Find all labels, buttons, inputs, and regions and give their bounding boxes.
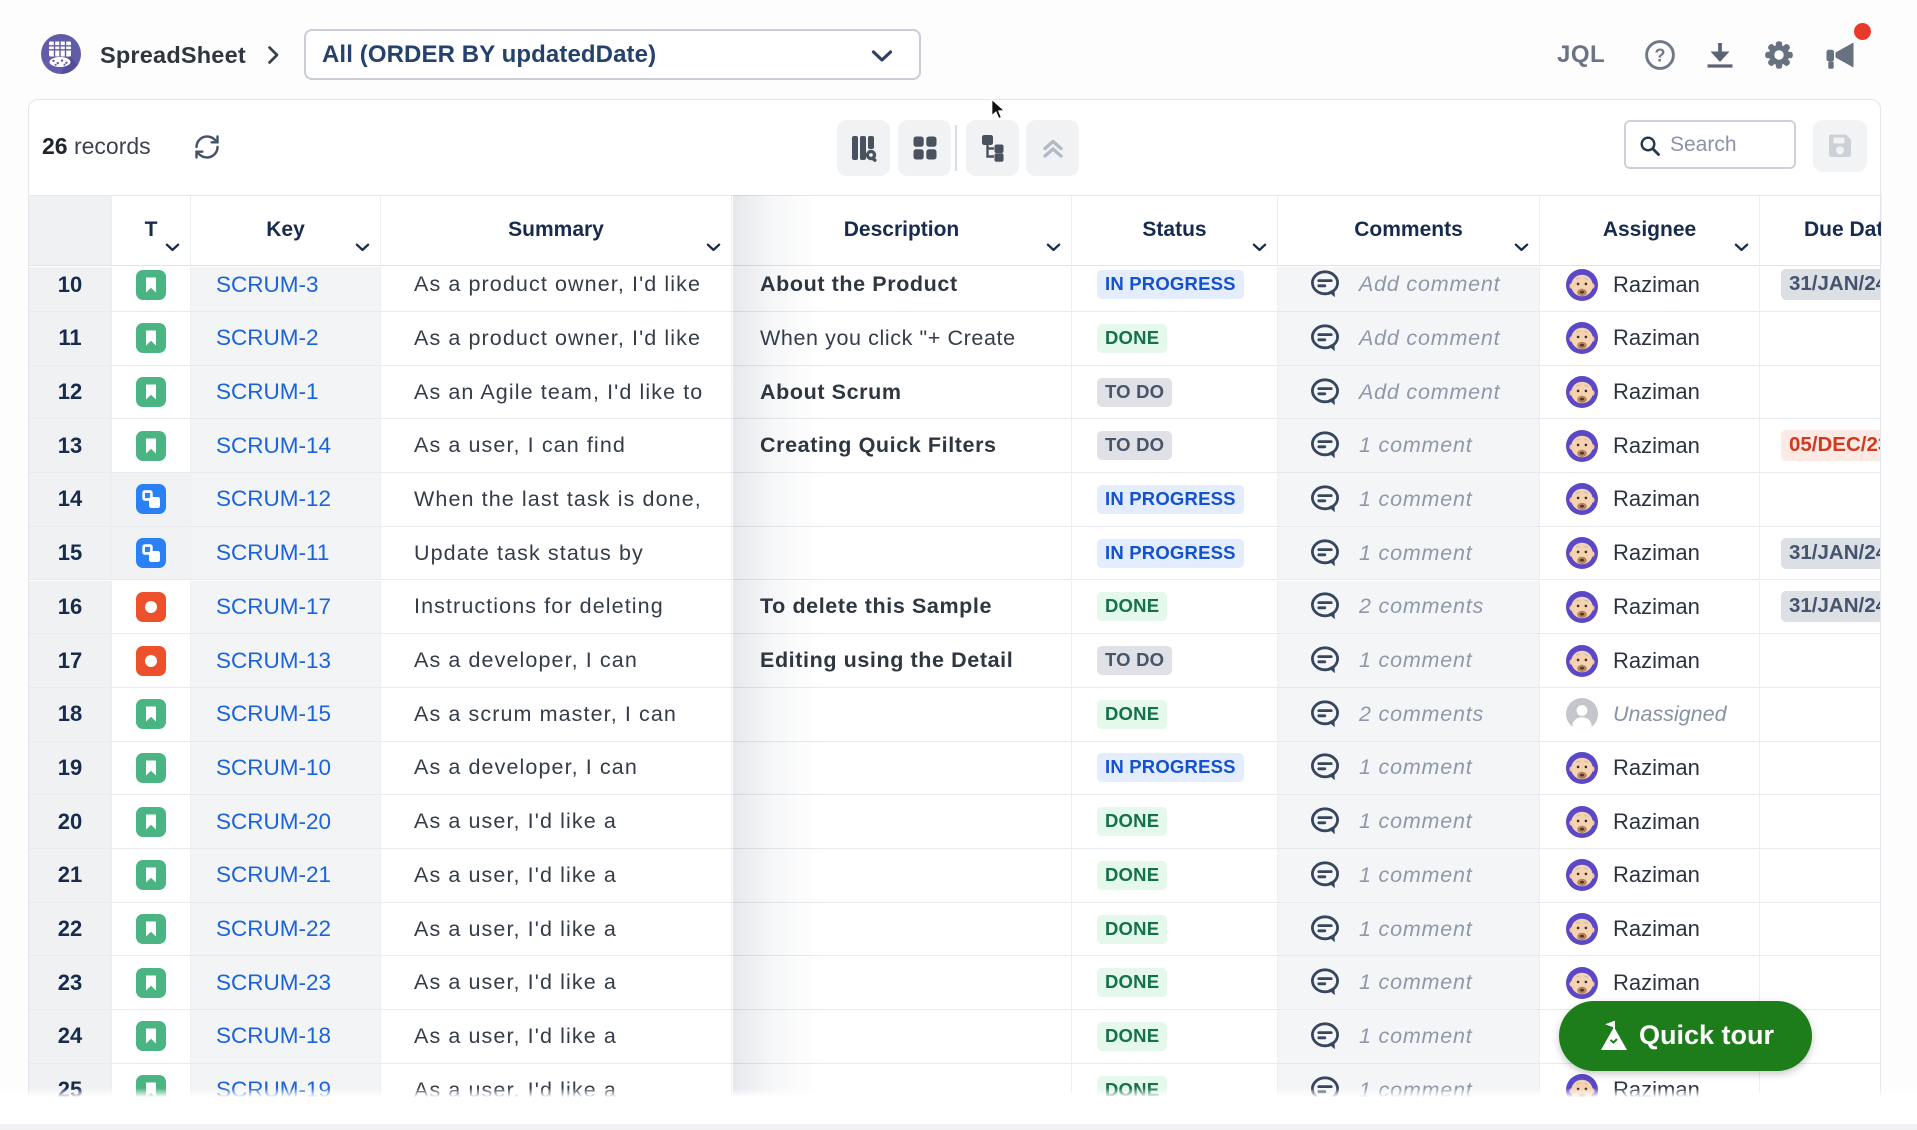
svg-text:?: ? (1655, 46, 1666, 66)
